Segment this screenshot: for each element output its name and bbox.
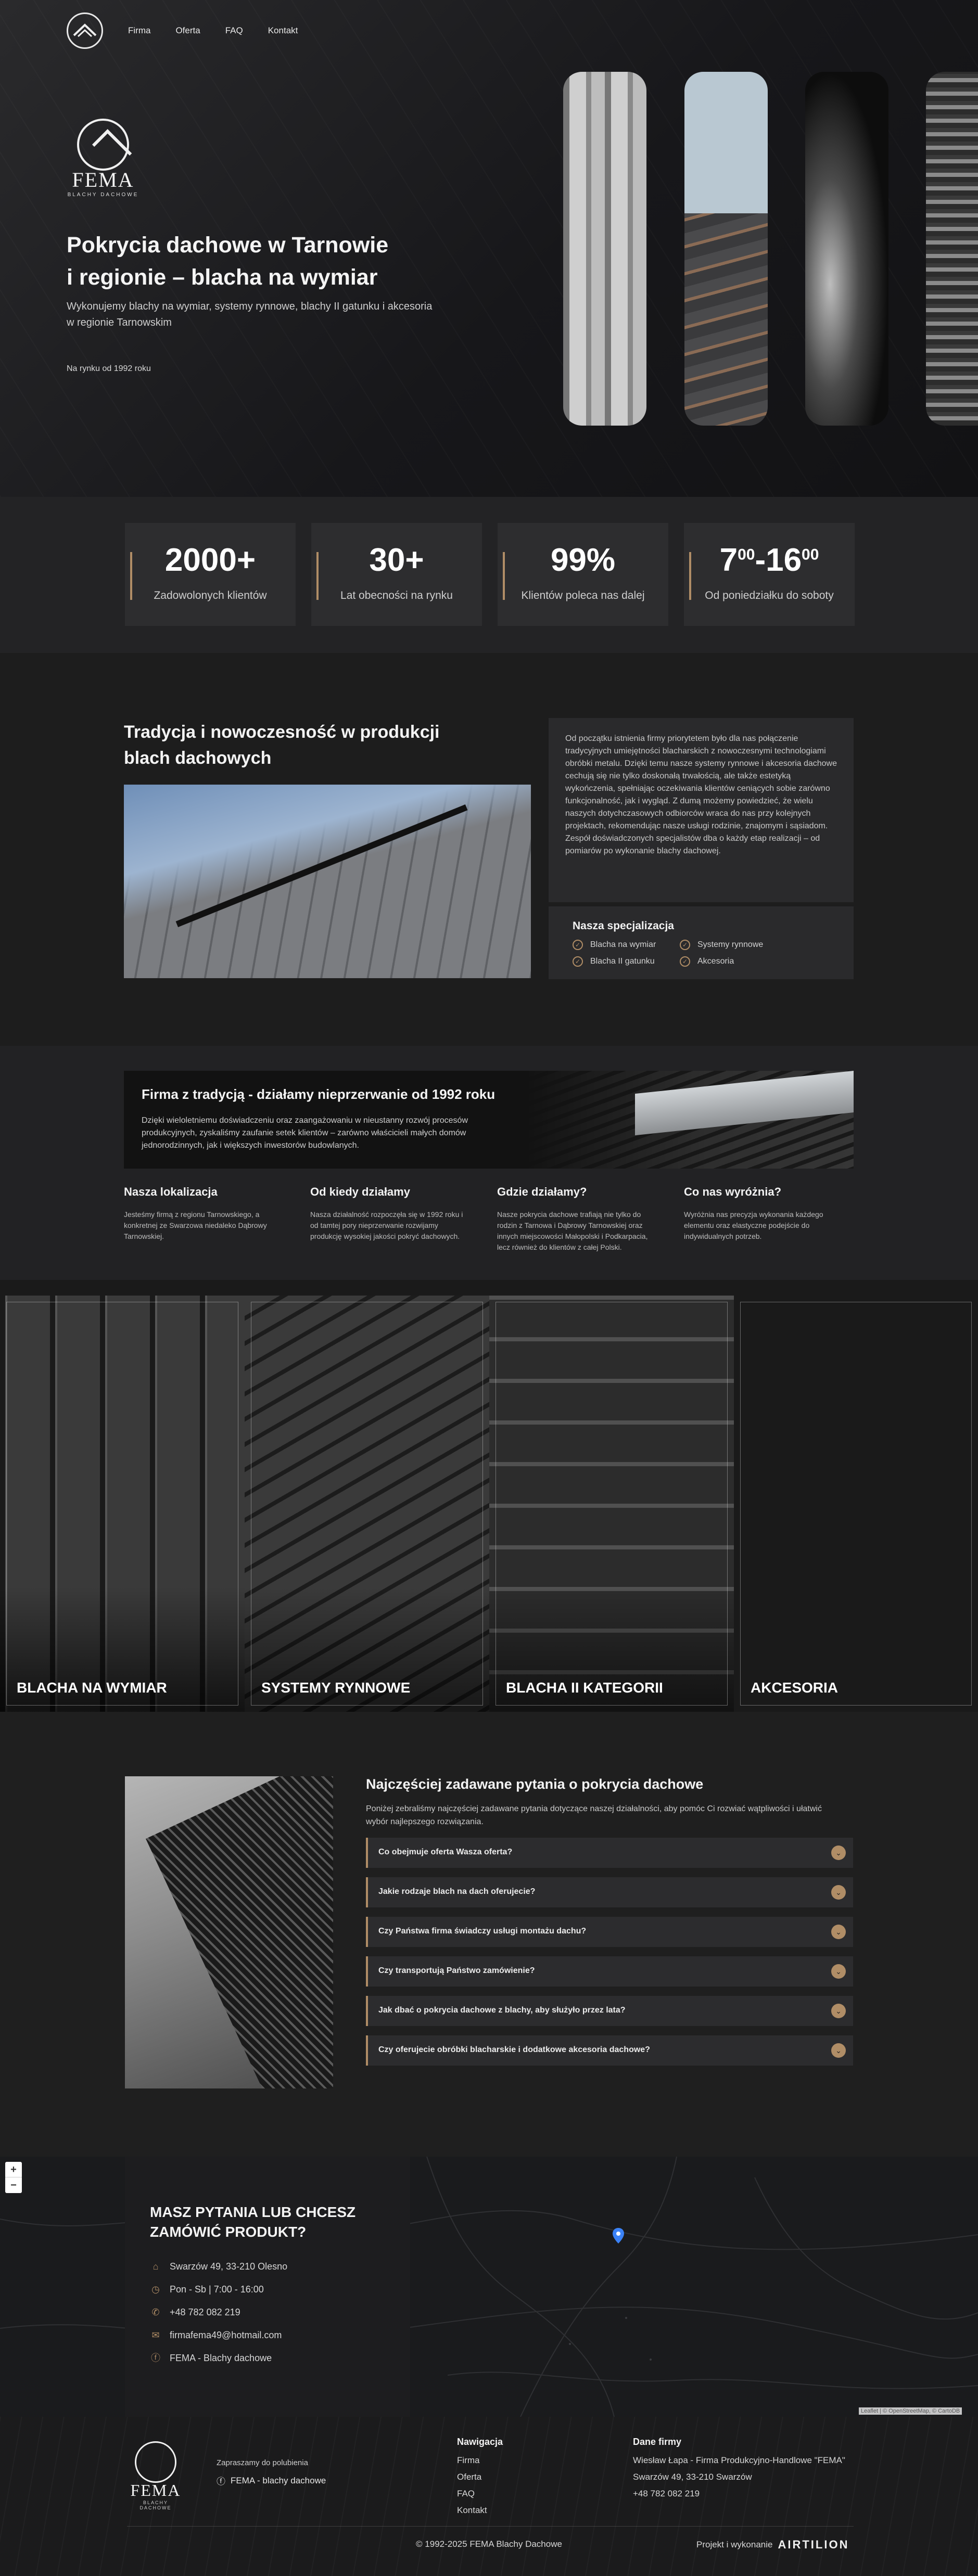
- brand-sub: BLACHY DACHOWE: [67, 192, 139, 198]
- product-tile-akcesoria[interactable]: AKCESORIA: [734, 1296, 978, 1712]
- spec-item: ✓ Blacha na wymiar: [573, 940, 680, 950]
- faq-item[interactable]: Czy oferujecie obróbki blacharskie i dod…: [366, 2035, 853, 2066]
- stat-label: Zadowolonych klientów: [154, 589, 267, 601]
- map-marker-icon: ⌂: [153, 2261, 159, 2272]
- stat-label: Lat obecności na rynku: [340, 589, 453, 601]
- stat-card-years: 30+ Lat obecności na rynku: [311, 523, 482, 626]
- footer-link-kontakt[interactable]: Kontakt: [457, 2502, 503, 2519]
- contact-facebook[interactable]: ⓕ FEMA - Blachy dachowe: [150, 2352, 385, 2364]
- map-pin-icon[interactable]: [613, 2228, 624, 2244]
- chevron-down-icon: ⌄: [831, 1925, 846, 1939]
- stat-card-recommend: 99% Klientów poleca nas dalej: [498, 523, 668, 626]
- footer-link-faq[interactable]: FAQ: [457, 2485, 503, 2502]
- nav-link-oferta[interactable]: Oferta: [175, 25, 200, 36]
- product-tile-blacha-na-wymiar[interactable]: BLACHA NA WYMIAR: [0, 1296, 245, 1712]
- spec-item: ✓ Akcesoria: [680, 956, 794, 967]
- product-tile-systemy-rynnowe[interactable]: SYSTEMY RYNNOWE: [245, 1296, 489, 1712]
- info-col-since: Od kiedy działamy Nasza działalność rozpo…: [310, 1185, 463, 1240]
- history-title: Firma z tradycją - działamy nieprzerwani…: [142, 1086, 496, 1102]
- footer-logo: FEMA BLACHY DACHOWE: [127, 2441, 184, 2510]
- nav-logo-icon[interactable]: [67, 12, 103, 49]
- footer-project-credit[interactable]: Projekt i wykonanie AIRTILION: [696, 2538, 849, 2552]
- contact-email[interactable]: ✉ firmafema49@hotmail.com: [150, 2329, 385, 2341]
- footer-invite: Zapraszamy do polubienia: [217, 2458, 308, 2467]
- hero-since: Na rynku od 1992 roku: [67, 364, 151, 373]
- hero-image-roof-tiles: [684, 72, 768, 426]
- history-banner: Firma z tradycją - działamy nieprzerwani…: [124, 1071, 854, 1169]
- footer-roof-icon: [135, 2441, 176, 2483]
- footer-nav: Nawigacja Firma Oferta FAQ Kontakt: [457, 2433, 503, 2519]
- chevron-down-icon: ⌄: [831, 2004, 846, 2018]
- tradition-title: Tradycja i nowoczesność w produkcji blac…: [124, 722, 440, 768]
- hero-description: Wykonujemy blachy na wymiar, systemy ryn…: [67, 301, 433, 328]
- nav-link-firma[interactable]: Firma: [128, 25, 150, 36]
- tradition-image-snow-guard: [124, 785, 531, 978]
- zoom-in-button[interactable]: +: [5, 2162, 22, 2177]
- faq-image-roof: [125, 1776, 333, 2088]
- stat-number: 2000+: [164, 542, 256, 578]
- footer-divider: [127, 2526, 854, 2527]
- stat-card-clients: 2000+ Zadowolonych klientów: [125, 523, 296, 626]
- mail-icon: ✉: [151, 2330, 160, 2340]
- check-icon: ✓: [573, 956, 583, 967]
- stat-label: Od poniedziałku do soboty: [705, 589, 834, 601]
- stat-number: 30+: [369, 542, 424, 578]
- info-col-where: Gdzie działamy? Nasze pokrycia dachowe tr…: [497, 1185, 648, 1251]
- info-col-distinct: Co nas wyróżnia? Wyróżnia nas precyzja wy…: [684, 1185, 823, 1240]
- check-icon: ✓: [680, 956, 690, 967]
- brand-name: FEMA: [72, 168, 134, 191]
- chevron-down-icon: ⌄: [831, 1885, 846, 1900]
- faq-title: Najczęściej zadawane pytania o pokrycia …: [366, 1776, 704, 1792]
- brand-roof-icon: [77, 119, 129, 171]
- specialization-title: Nasza specjalizacja: [573, 920, 674, 932]
- product-tile-blacha-ii-kategorii[interactable]: BLACHA II KATEGORII: [489, 1296, 734, 1712]
- airtilion-logo: AIRTILION: [778, 2538, 849, 2551]
- chevron-down-icon: ⌄: [831, 2043, 846, 2058]
- tradition-text: Od początku istnienia firmy priorytetem …: [549, 718, 854, 902]
- footer-facebook-link[interactable]: ⓕ FEMA - blachy dachowe: [217, 2474, 326, 2487]
- history-text: Dzięki wieloletniemu doświadczeniu oraz …: [142, 1116, 468, 1150]
- nav-link-faq[interactable]: FAQ: [225, 25, 243, 36]
- stat-number: 700-1600: [719, 542, 819, 578]
- chevron-down-icon: ⌄: [831, 1846, 846, 1860]
- faq-item[interactable]: Czy transportują Państwo zamówienie? ⌄: [366, 1956, 853, 1987]
- check-icon: ✓: [680, 940, 690, 950]
- footer-link-firma[interactable]: Firma: [457, 2452, 503, 2469]
- faq-item[interactable]: Co obejmuje oferta Wasza oferta? ⌄: [366, 1838, 853, 1868]
- phone-icon: ✆: [151, 2307, 160, 2317]
- hero-title: Pokrycia dachowe w Tarnowie i regionie – …: [67, 233, 389, 290]
- contact-phone[interactable]: ✆ +48 782 082 219: [150, 2306, 385, 2318]
- clock-icon: ◷: [151, 2284, 160, 2295]
- zoom-out-button[interactable]: −: [5, 2177, 22, 2193]
- contact-address: ⌂ Swarzów 49, 33-210 Olesno: [150, 2261, 385, 2272]
- hero-image-roof-pattern: [926, 72, 978, 426]
- faq-item[interactable]: Jak dbać o pokrycia dachowe z blachy, ab…: [366, 1996, 853, 2026]
- contact-box: MASZ PYTANIA LUB CHCESZ ZAMÓWIĆ PRODUKT?…: [125, 2157, 410, 2417]
- stat-number: 99%: [550, 542, 616, 578]
- main-nav: Firma Oferta FAQ Kontakt: [67, 12, 298, 49]
- map-zoom-control: + −: [5, 2162, 22, 2193]
- faq-description: Poniżej zebraliśmy najczęściej zadawane …: [366, 1804, 822, 1826]
- spec-item: ✓ Blacha II gatunku: [573, 956, 680, 967]
- spec-item: ✓ Systemy rynnowe: [680, 940, 794, 950]
- check-icon: ✓: [573, 940, 583, 950]
- info-col-location: Nasza lokalizacja Jesteśmy firmą z region…: [124, 1185, 267, 1240]
- chevron-down-icon: ⌄: [831, 1964, 846, 1979]
- footer-link-oferta[interactable]: Oferta: [457, 2469, 503, 2485]
- nav-link-kontakt[interactable]: Kontakt: [268, 25, 298, 36]
- specialization-box: Nasza specjalizacja ✓ Blacha na wymiar ✓ S…: [549, 906, 854, 979]
- stat-card-hours: 700-1600 Od poniedziałku do soboty: [684, 523, 855, 626]
- faq-item[interactable]: Jakie rodzaje blach na dach oferujecie? ⌄: [366, 1877, 853, 1907]
- brand-logo: FEMA BLACHY DACHOWE: [67, 119, 139, 198]
- hero-image-standing-seam: [563, 72, 646, 426]
- facebook-icon: ⓕ: [217, 2477, 225, 2487]
- contact-title: MASZ PYTANIA LUB CHCESZ ZAMÓWIĆ PRODUKT?: [150, 2204, 356, 2240]
- hero-image-metal-tile-closeup: [805, 72, 888, 426]
- footer-company-data: Dane firmy Wiesław Łapa - Firma Produkcy…: [633, 2437, 845, 2498]
- facebook-icon: ⓕ: [151, 2353, 160, 2363]
- stat-label: Klientów poleca nas dalej: [521, 589, 645, 601]
- faq-item[interactable]: Czy Państwa firma świadczy usługi montaż…: [366, 1917, 853, 1947]
- contact-hours: ◷ Pon - Sb | 7:00 - 16:00: [150, 2284, 385, 2295]
- map-attribution[interactable]: Leaflet | © OpenStreetMap, © CartoDB: [859, 2407, 962, 2415]
